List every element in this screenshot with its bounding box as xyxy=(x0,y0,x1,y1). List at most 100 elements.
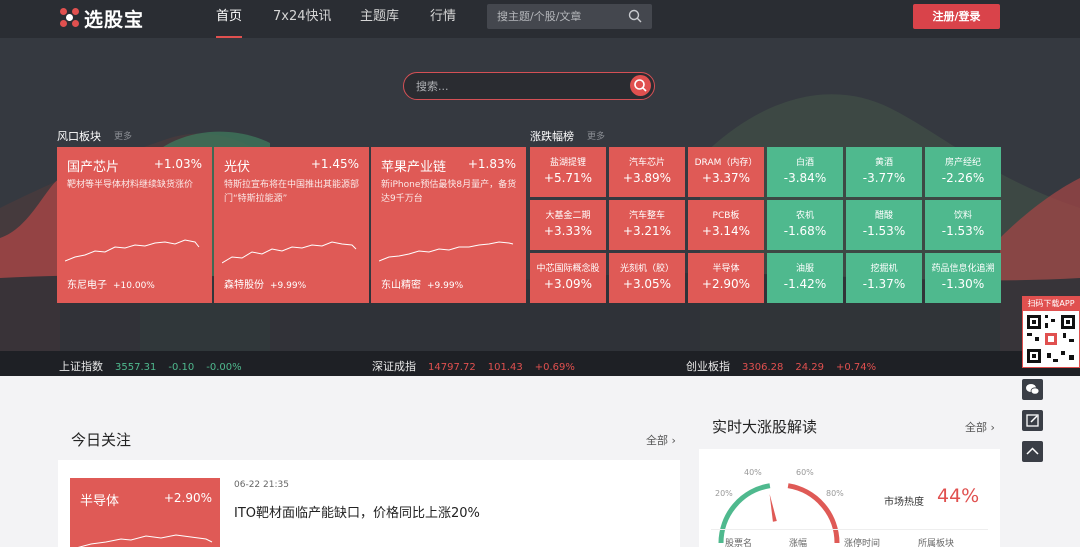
mover-name: 黄酒 xyxy=(874,158,893,168)
mover-tile[interactable]: 半导体 +2.90% xyxy=(688,253,764,303)
news-title[interactable]: ITO靶材面临产能缺口，价格同比上涨20% xyxy=(234,502,480,521)
column-header[interactable]: 所属板块 xyxy=(918,536,954,547)
mover-value: -2.26% xyxy=(941,171,985,185)
mover-tile[interactable]: 大基金二期 +3.33% xyxy=(530,200,606,250)
mover-name: 药品信息化追溯 xyxy=(931,264,995,274)
mover-value: +5.71% xyxy=(543,171,593,185)
hero-search-box xyxy=(403,72,655,100)
hot-card[interactable]: 光伏 +1.45% 特斯拉宣布将在中国推出其能源部门“特斯拉能源” 森特股份 +9… xyxy=(214,147,369,303)
nav-market[interactable]: 行情 xyxy=(430,0,456,38)
gauge-label: 80% xyxy=(826,489,844,498)
column-header[interactable]: 股票名 xyxy=(725,536,752,547)
app-download-qr[interactable]: 扫码下载APP xyxy=(1022,296,1080,368)
mover-value: -3.77% xyxy=(862,171,906,185)
index-name: 上证指数 xyxy=(59,360,103,373)
mover-tile[interactable]: 饮料 -1.53% xyxy=(925,200,1001,250)
mover-tile[interactable]: DRAM（内存） +3.37% xyxy=(688,147,764,197)
hot-card[interactable]: 国产芯片 +1.03% 靶材等半导体材料继续缺货涨价 东尼电子 +10.00% xyxy=(57,147,212,303)
hot-sectors-more-link[interactable]: 更多 xyxy=(114,129,132,142)
mover-tile[interactable]: 醋酸 -1.53% xyxy=(846,200,922,250)
today-focus-card[interactable]: 半导体 +2.90% 06-22 21:35 ITO靶材面临产能缺口，价格同比上… xyxy=(58,460,680,547)
mover-name: 油服 xyxy=(795,264,814,274)
index-item[interactable]: 深证成指 14797.72 101.43 +0.69% xyxy=(372,358,587,374)
back-to-top-button[interactable] xyxy=(1022,441,1043,462)
mover-name: 盐湖提锂 xyxy=(549,158,586,168)
realtime-rally-title: 实时大涨股解读 xyxy=(712,418,818,436)
hot-card-desc: 靶材等半导体材料继续缺货涨价 xyxy=(67,180,194,190)
hot-card-stock-pct: +9.99% xyxy=(270,281,307,291)
mover-name: 汽车整车 xyxy=(628,211,665,221)
feedback-button[interactable] xyxy=(1022,410,1043,431)
sparkline xyxy=(77,534,213,547)
mover-value: +3.09% xyxy=(543,277,593,291)
sparkline xyxy=(65,239,200,262)
sector-name: 半导体 xyxy=(80,494,120,509)
hot-card-pct: +1.83% xyxy=(467,157,516,171)
mover-tile[interactable]: 油服 -1.42% xyxy=(767,253,843,303)
chat-button[interactable] xyxy=(1022,379,1043,400)
mover-name: 饮料 xyxy=(953,211,972,221)
mover-value: +3.37% xyxy=(701,171,751,185)
sparkline xyxy=(222,241,357,264)
mover-value: -1.53% xyxy=(941,224,985,238)
mover-tile[interactable]: 中芯国际概念股 +3.09% xyxy=(530,253,606,303)
index-pct: -0.00% xyxy=(206,362,242,373)
hot-card-stock[interactable]: 东尼电子 xyxy=(67,280,107,291)
hot-card-stock[interactable]: 森特股份 xyxy=(224,280,264,291)
column-header[interactable]: 涨幅 xyxy=(789,536,807,547)
gauge-label: 40% xyxy=(744,468,762,477)
nav-topics[interactable]: 主题库 xyxy=(360,0,399,38)
search-icon[interactable] xyxy=(628,9,642,23)
index-change: 24.29 xyxy=(795,362,824,373)
today-all-link[interactable]: 全部 › xyxy=(646,432,676,448)
mover-tile[interactable]: 农机 -1.68% xyxy=(767,200,843,250)
realtime-all-label: 全部 xyxy=(965,421,987,434)
movers-more-link[interactable]: 更多 xyxy=(587,129,605,142)
mover-tile[interactable]: 挖掘机 -1.37% xyxy=(846,253,922,303)
today-focus-title: 今日关注 xyxy=(71,431,132,449)
mover-name: DRAM（内存） xyxy=(694,158,758,168)
nav-7x24[interactable]: 7x24快讯 xyxy=(273,0,332,38)
mover-name: 汽车芯片 xyxy=(628,158,665,168)
news-time: 06-22 21:35 xyxy=(234,480,289,490)
logo[interactable]: 选股宝 xyxy=(60,6,144,31)
sector-pct: +2.90% xyxy=(163,491,212,505)
mover-tile[interactable]: 汽车整车 +3.21% xyxy=(609,200,685,250)
mover-tile[interactable]: PCB板 +3.14% xyxy=(688,200,764,250)
chevron-right-icon: › xyxy=(671,434,676,447)
chevron-right-icon: › xyxy=(990,421,995,434)
hero-search-input[interactable] xyxy=(416,78,616,94)
mover-name: 白酒 xyxy=(795,158,814,168)
hot-card-stock-pct: +9.99% xyxy=(427,281,464,291)
hot-card-stock[interactable]: 东山精密 xyxy=(381,280,421,291)
hot-card-pct: +1.45% xyxy=(310,157,359,171)
login-register-button[interactable]: 注册/登录 xyxy=(913,4,1000,29)
hot-card[interactable]: 苹果产业链 +1.83% 新iPhone预估最快8月量产，备货达9千万台 东山精… xyxy=(371,147,526,303)
mover-tile[interactable]: 房产经纪 -2.26% xyxy=(925,147,1001,197)
hero-section: 风口板块 更多 涨跌幅榜 更多 国产芯片 +1.03% 靶材等半导体材料继续缺货… xyxy=(0,38,1080,351)
mover-tile[interactable]: 汽车芯片 +3.89% xyxy=(609,147,685,197)
top-search-input[interactable] xyxy=(497,8,622,25)
mover-tile[interactable]: 白酒 -3.84% xyxy=(767,147,843,197)
sector-mini-card[interactable]: 半导体 +2.90% xyxy=(70,478,220,547)
index-item[interactable]: 上证指数 3557.31 -0.10 -0.00% xyxy=(59,358,254,374)
hero-search-button[interactable] xyxy=(630,75,651,96)
gauge-label: 60% xyxy=(796,468,814,477)
mover-name: PCB板 xyxy=(712,211,740,221)
mover-tile[interactable]: 光刻机（胶） +3.05% xyxy=(609,253,685,303)
hot-card-name: 国产芯片 xyxy=(67,160,120,175)
realtime-all-link[interactable]: 全部 › xyxy=(965,419,995,435)
column-header[interactable]: 涨停时间 xyxy=(844,536,880,547)
mover-tile[interactable]: 黄酒 -3.77% xyxy=(846,147,922,197)
index-item[interactable]: 创业板指 3306.28 24.29 +0.74% xyxy=(686,358,888,374)
hot-card-desc: 新iPhone预估最快8月量产，备货达9千万台 xyxy=(381,180,517,204)
chevron-up-icon xyxy=(1026,447,1039,455)
app-download-label: 扫码下载APP xyxy=(1023,297,1079,311)
mover-tile[interactable]: 药品信息化追溯 -1.30% xyxy=(925,253,1001,303)
index-bar: 上证指数 3557.31 -0.10 -0.00% 深证成指 14797.72 101.4… xyxy=(0,351,1080,376)
nav-home[interactable]: 首页 xyxy=(216,0,243,38)
mover-tile[interactable]: 盐湖提锂 +5.71% xyxy=(530,147,606,197)
mover-value: +3.21% xyxy=(622,224,672,238)
mover-value: -1.30% xyxy=(941,277,985,291)
index-name: 深证成指 xyxy=(372,360,416,373)
